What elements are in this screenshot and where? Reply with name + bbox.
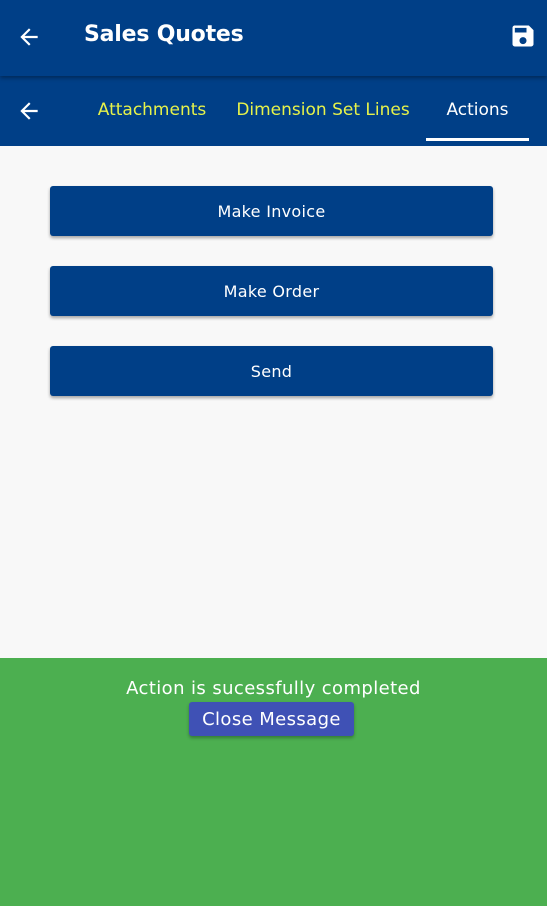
send-button[interactable]: Send (50, 346, 493, 396)
save-button[interactable] (507, 20, 539, 52)
active-tab-indicator (426, 138, 529, 141)
make-invoice-button[interactable]: Make Invoice (50, 186, 493, 236)
tab-label: Attachments (97, 100, 207, 120)
arrow-left-icon (20, 28, 38, 46)
tab-actions[interactable]: Actions (426, 76, 529, 144)
tab-attachments[interactable]: Attachments (96, 76, 208, 144)
close-message-button[interactable]: Close Message (189, 702, 354, 736)
floppy-disk-icon (512, 25, 534, 47)
tab-label: Dimension Set Lines (236, 100, 410, 120)
success-message-panel: Action is sucessfully completed Close Me… (0, 658, 547, 906)
back-button[interactable] (12, 20, 46, 54)
app-header: Sales Quotes (0, 0, 547, 76)
tab-dimension-set-lines[interactable]: Dimension Set Lines (236, 76, 410, 144)
arrow-left-icon (20, 102, 38, 120)
page-title: Sales Quotes (84, 22, 244, 47)
tab-back-button[interactable] (12, 94, 46, 128)
tab-bar: Attachments Dimension Set Lines Actions (0, 76, 547, 146)
make-order-button[interactable]: Make Order (50, 266, 493, 316)
actions-panel: Make Invoice Make Order Send (0, 146, 547, 658)
success-message-text: Action is sucessfully completed (126, 678, 421, 699)
tab-label: Actions (446, 100, 509, 120)
